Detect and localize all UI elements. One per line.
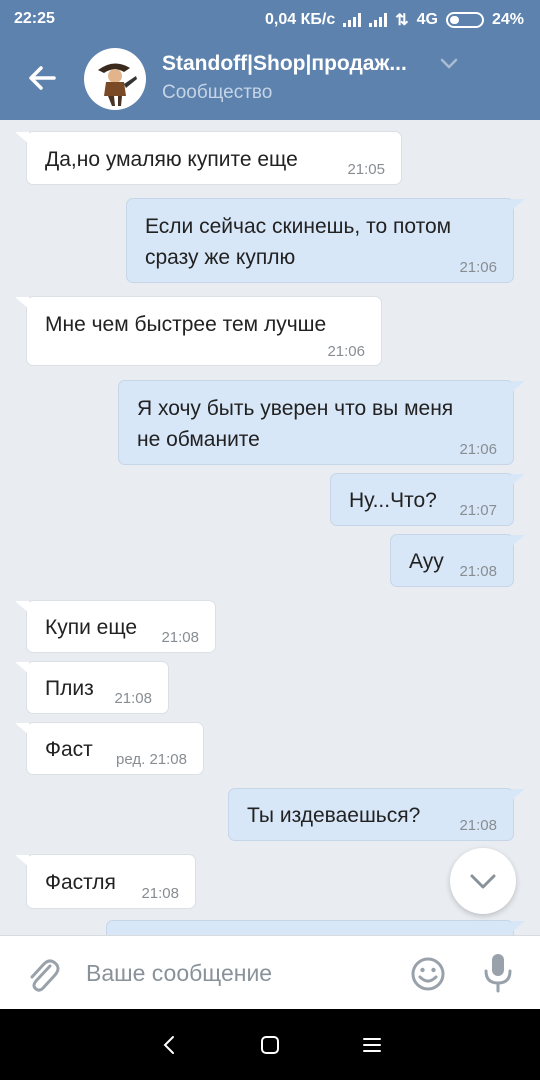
microphone-icon[interactable]: [480, 952, 516, 994]
message-text: Я хочу быть уверен что вы меня не обмани…: [137, 397, 454, 451]
message-time: 21:07: [459, 502, 497, 519]
nav-back-icon[interactable]: [158, 1033, 182, 1057]
scroll-down-button[interactable]: [450, 848, 516, 914]
chevron-down-icon: [470, 874, 496, 889]
chat-subtitle: Сообщество: [162, 82, 273, 103]
network-speed: 0,04 КБ/с: [265, 11, 336, 28]
chevron-down-icon[interactable]: [440, 58, 458, 70]
message-time: 21:08: [459, 563, 497, 580]
message-text: Ну...Что?: [349, 489, 437, 512]
message-text: Если сейчас скинешь, то потом сразу же к…: [145, 215, 452, 269]
message-list[interactable]: Да,но умаляю купите еще 21:05 Если сейча…: [0, 120, 540, 935]
avatar[interactable]: [84, 48, 146, 110]
message-time: 21:06: [327, 343, 365, 360]
message-time: ред. 21:08: [116, 751, 187, 768]
message-bubble[interactable]: Плиз 21:08: [26, 661, 169, 714]
chat-header: Standoff|Shop|продаж... Сообщество: [0, 38, 540, 120]
message-time: 21:08: [141, 885, 179, 902]
message-bubble[interactable]: Да,но умаляю купите еще 21:05: [26, 131, 402, 185]
message-text: Фаст: [45, 738, 93, 761]
message-text: Фастля: [45, 871, 116, 894]
message-bubble[interactable]: Если сейчас скинешь, то потом сразу же к…: [126, 198, 514, 283]
message-text: Купи еще: [45, 616, 138, 639]
avatar-figure: [98, 63, 137, 106]
message-bubble[interactable]: Ты издеваешься? 21:08: [228, 788, 514, 841]
message-time: 21:08: [459, 817, 497, 834]
network-type: 4G: [416, 11, 438, 28]
message-time: 21:06: [459, 441, 497, 458]
chat-title[interactable]: Standoff|Shop|продаж...: [162, 52, 407, 76]
message-bubble[interactable]: Я хочу быть уверен что вы меня не обмани…: [118, 380, 514, 465]
message-time: 21:06: [459, 259, 497, 276]
message-composer: Ваше сообщение: [0, 935, 540, 1009]
system-nav-bar: [0, 1009, 540, 1080]
message-text: Ауу: [409, 550, 444, 573]
message-bubble[interactable]: Ну...Что? 21:07: [330, 473, 514, 526]
arrow-left-icon[interactable]: [26, 62, 58, 94]
message-text: Мне чем быстрее тем лучше: [45, 313, 327, 336]
smile-icon[interactable]: [410, 956, 446, 992]
signal-icon: [343, 13, 362, 27]
data-arrows-icon: ⇅: [395, 12, 409, 29]
signal-icon-2: [369, 13, 388, 27]
message-text: Да,но умаляю купите еще: [45, 148, 298, 171]
message-time: 21:08: [114, 690, 152, 707]
message-text: Ты издеваешься?: [247, 804, 421, 827]
message-text: Плиз: [45, 677, 94, 700]
status-time: 22:25: [14, 10, 55, 27]
status-bar: 22:25 0,04 КБ/с ⇅ 4G 24%: [0, 0, 540, 38]
nav-home-icon[interactable]: [258, 1033, 282, 1057]
message-time: 21:05: [347, 161, 385, 178]
nav-menu-icon[interactable]: [360, 1033, 384, 1057]
battery-icon: [445, 12, 484, 28]
message-bubble[interactable]: Мне чем быстрее тем лучше 21:06: [26, 296, 382, 366]
message-input[interactable]: Ваше сообщение: [86, 960, 272, 987]
message-bubble-partial[interactable]: [106, 920, 514, 935]
message-bubble[interactable]: Купи еще 21:08: [26, 600, 216, 653]
paperclip-icon[interactable]: [24, 954, 60, 994]
battery-percent: 24%: [491, 11, 524, 28]
message-time: 21:08: [161, 629, 199, 646]
message-bubble[interactable]: Фастля 21:08: [26, 854, 196, 909]
message-bubble[interactable]: Ауу 21:08: [390, 534, 514, 587]
message-bubble[interactable]: Фаст ред. 21:08: [26, 722, 204, 775]
